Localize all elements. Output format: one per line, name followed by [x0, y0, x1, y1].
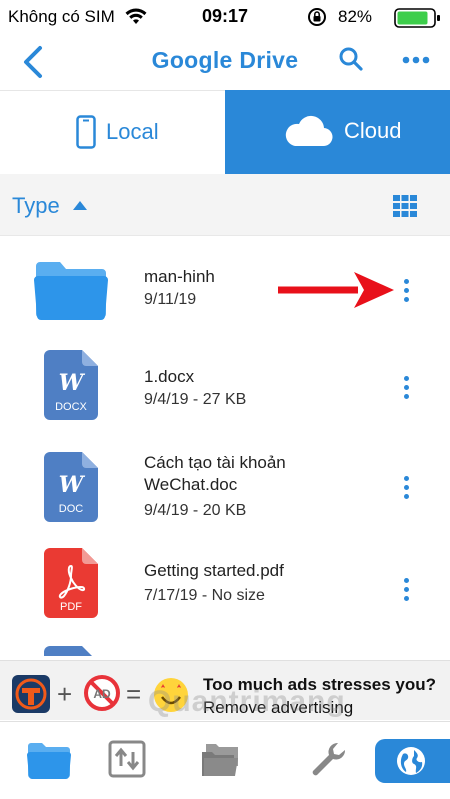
status-bar: Không có SIM 09:17 82% — [0, 0, 450, 34]
no-ads-icon: AD — [84, 675, 120, 711]
sort-ascending-icon[interactable] — [72, 200, 88, 210]
sort-bar: Type — [0, 174, 450, 236]
transfer-tab-icon[interactable] — [108, 740, 146, 778]
tab-local[interactable]: Local — [0, 90, 225, 174]
folder-icon — [34, 262, 108, 320]
bottom-tab-bar — [0, 721, 450, 799]
tab-cloud[interactable]: Cloud — [225, 90, 450, 174]
clock-label: 09:17 — [201, 6, 249, 26]
word-doc-icon: W DOCX — [44, 350, 98, 420]
storage-tabs: Local Cloud — [0, 90, 450, 174]
tab-local-label: Local — [106, 119, 159, 144]
file-badge: DOCX — [55, 401, 87, 413]
annotation-arrow-icon — [278, 272, 394, 308]
plus-sign: + — [57, 679, 73, 709]
item-menu-button[interactable] — [400, 279, 412, 305]
app-logo-icon — [12, 675, 50, 713]
cloud-icon — [285, 115, 333, 147]
tab-cloud-label: Cloud — [344, 118, 402, 143]
nav-bar: Google Drive — [0, 34, 450, 90]
file-badge: PDF — [60, 601, 82, 613]
battery-percent: 82% — [338, 7, 373, 26]
page-title: Google Drive — [151, 47, 299, 73]
search-icon[interactable] — [338, 46, 364, 72]
phone-icon — [76, 115, 96, 149]
word-doc-icon: W DOC — [44, 452, 98, 522]
browser-tab[interactable] — [375, 739, 450, 783]
list-item[interactable] — [0, 640, 450, 656]
folders-tab-icon[interactable] — [200, 740, 244, 778]
item-menu-button[interactable] — [400, 578, 412, 604]
file-name: Getting started.pdf — [144, 561, 284, 580]
item-menu-button[interactable] — [400, 476, 412, 502]
watermark-text: Quantrimang — [148, 685, 346, 718]
rotation-lock-icon — [308, 8, 326, 26]
file-name: 1.docx — [144, 367, 195, 386]
list-item[interactable]: W DOCX 1.docx 9/4/19 - 27 KB — [0, 336, 450, 432]
equals-sign: = — [126, 679, 142, 709]
battery-icon — [394, 8, 440, 28]
item-menu-button[interactable] — [400, 376, 412, 402]
files-tab-folder-icon[interactable] — [26, 740, 72, 780]
no-ads-label: AD — [93, 687, 111, 701]
svg-text:W: W — [59, 472, 86, 498]
file-meta: 9/4/19 - 27 KB — [144, 391, 247, 408]
sort-type-button[interactable]: Type — [12, 193, 60, 219]
file-badge: DOC — [59, 503, 84, 515]
globe-icon — [397, 747, 425, 775]
pdf-icon: PDF — [44, 548, 98, 618]
file-meta: 7/17/19 - No size — [144, 587, 265, 604]
file-icon — [44, 646, 92, 656]
svg-text:W: W — [59, 370, 86, 396]
list-item[interactable]: PDF Getting started.pdf 7/17/19 - No siz… — [0, 542, 450, 638]
grid-view-icon[interactable] — [393, 195, 417, 217]
list-item[interactable]: W DOC Cách tạo tài khoản WeChat.doc 9/4/… — [0, 446, 450, 552]
file-name: Cách tạo tài khoản WeChat.doc — [144, 453, 286, 494]
file-meta: 9/11/19 — [144, 291, 197, 308]
file-meta: 9/4/19 - 20 KB — [144, 502, 247, 519]
tools-wrench-icon[interactable] — [310, 740, 348, 778]
more-options-icon[interactable] — [402, 56, 430, 64]
